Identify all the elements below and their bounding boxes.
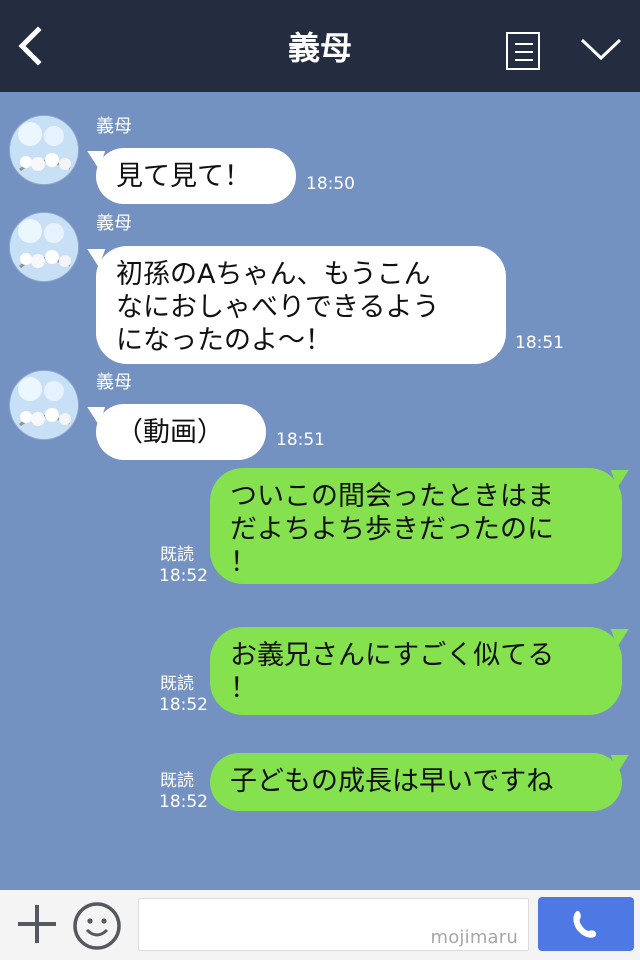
emoji-icon[interactable] — [72, 901, 122, 951]
chat-header: 義母 — [0, 0, 640, 92]
message-time: 18:52 — [159, 695, 208, 715]
message-line: 初孫のAちゃん、もうこん — [116, 259, 431, 290]
read-receipt: 既読 — [160, 545, 194, 565]
message-line: になったのよ〜！ — [116, 325, 332, 356]
conversation-title: 義母 — [287, 29, 352, 67]
message-text: 子どもの成長は早いですね — [230, 766, 554, 797]
add-icon[interactable] — [16, 903, 58, 945]
phone-icon — [573, 910, 597, 938]
contact-avatar[interactable] — [10, 213, 78, 281]
dropdown-chevron-icon[interactable] — [580, 34, 622, 62]
menu-list-icon[interactable] — [506, 32, 540, 70]
watermark-text: mojimaru — [430, 927, 518, 948]
message-line: ！ — [230, 547, 257, 578]
message-line: お義兄さんにすごく似てる — [230, 640, 555, 671]
message-text: 見て見て！ — [116, 161, 251, 192]
message-text: （動画） — [116, 417, 224, 448]
message-line: なにおしゃべりできるよう — [116, 292, 440, 323]
message-list[interactable]: 義母 見て見て！ 18:50 義母 初孫のAちゃん、もうこん なにおしゃべりでき… — [0, 92, 640, 890]
message-line: ついこの間会ったときはま — [230, 481, 554, 512]
sender-name: 義母 — [96, 116, 132, 137]
incoming-message[interactable]: 初孫のAちゃん、もうこん なにおしゃべりできるよう になったのよ〜！ — [96, 246, 506, 364]
sender-name: 義母 — [96, 372, 132, 393]
cherry-blossom-avatar-icon — [10, 371, 78, 439]
read-receipt: 既読 — [160, 771, 194, 791]
message-input[interactable]: mojimaru — [138, 898, 529, 951]
message-time: 18:51 — [515, 333, 564, 353]
contact-avatar[interactable] — [10, 116, 78, 184]
message-time: 18:52 — [159, 566, 208, 586]
read-receipt: 既読 — [160, 674, 194, 694]
incoming-message[interactable]: （動画） — [96, 404, 266, 460]
contact-avatar[interactable] — [10, 371, 78, 439]
message-line: ！ — [230, 673, 257, 704]
outgoing-message[interactable]: お義兄さんにすごく似てる ！ — [210, 627, 622, 715]
outgoing-message[interactable]: 子どもの成長は早いですね — [210, 753, 622, 811]
sender-name: 義母 — [96, 213, 132, 234]
outgoing-message[interactable]: ついこの間会ったときはま だよちよち歩きだったのに ！ — [210, 468, 622, 584]
cherry-blossom-avatar-icon — [10, 116, 78, 184]
message-line: だよちよち歩きだったのに — [230, 514, 554, 545]
message-time: 18:52 — [159, 792, 208, 812]
call-button[interactable] — [538, 897, 634, 951]
message-time: 18:50 — [306, 174, 355, 194]
incoming-message[interactable]: 見て見て！ — [96, 148, 296, 204]
message-time: 18:51 — [276, 430, 325, 450]
cherry-blossom-avatar-icon — [10, 213, 78, 281]
